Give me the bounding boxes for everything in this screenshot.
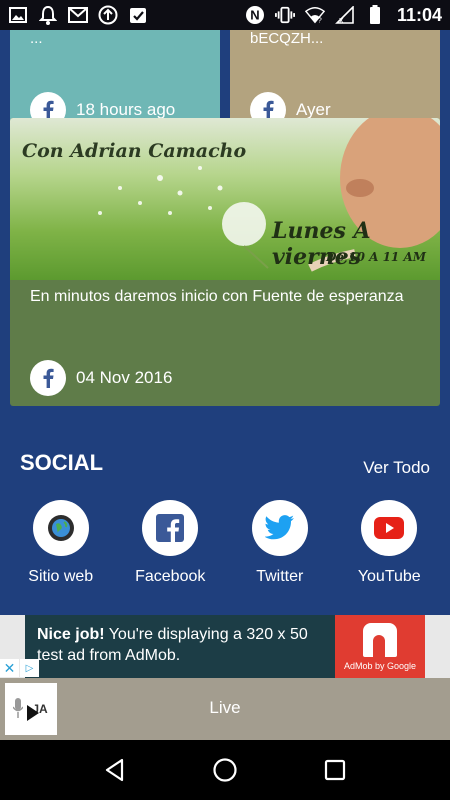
admob-logo-text: AdMob by Google bbox=[343, 660, 417, 671]
card-title: ... bbox=[30, 30, 43, 47]
bell-icon bbox=[38, 5, 58, 25]
ad-close-icon[interactable]: ✕ bbox=[0, 659, 19, 677]
recents-icon[interactable] bbox=[315, 750, 355, 790]
admob-logo-icon bbox=[363, 622, 397, 657]
card-title: En minutos daremos inicio con Fuente de … bbox=[30, 288, 404, 305]
nfc-icon: N bbox=[245, 5, 265, 25]
svg-text:N: N bbox=[250, 8, 259, 23]
social-links: Sitio web Facebook Twitter YouTube bbox=[0, 500, 450, 586]
card-date: 18 hours ago bbox=[76, 100, 176, 119]
twitter-icon bbox=[251, 500, 308, 556]
status-bar: N ? x 11:04 bbox=[0, 0, 450, 30]
svg-text:x: x bbox=[339, 15, 344, 24]
social-link-youtube[interactable]: YouTube bbox=[339, 500, 439, 586]
clipboard-check-icon bbox=[128, 5, 148, 25]
facebook-icon bbox=[30, 360, 66, 396]
image-caption-hours: De 10 A 11 AM bbox=[326, 250, 427, 264]
live-player-bar[interactable]: JA Live bbox=[0, 678, 450, 740]
ad-content[interactable]: Nice job! You're displaying a 320 x 50 t… bbox=[25, 615, 425, 678]
svg-text:?: ? bbox=[318, 15, 322, 24]
image-caption-host: Con Adrian Camacho bbox=[22, 140, 247, 162]
youtube-icon bbox=[361, 500, 418, 556]
card-title: bECQZH... bbox=[250, 30, 324, 47]
signal-icon: x bbox=[335, 5, 355, 25]
social-label: Twitter bbox=[256, 568, 304, 585]
social-link-twitter[interactable]: Twitter bbox=[230, 500, 330, 586]
home-icon[interactable] bbox=[205, 750, 245, 790]
featured-news-card[interactable]: Con Adrian Camacho Lunes A viernes De 10… bbox=[10, 118, 440, 406]
back-icon[interactable] bbox=[95, 750, 135, 790]
gmail-icon bbox=[68, 5, 88, 25]
social-section-title: SOCIAL bbox=[20, 450, 104, 475]
card-date: Ayer bbox=[296, 100, 331, 119]
ad-choices-icon[interactable]: ▷ bbox=[20, 659, 39, 677]
facebook-icon bbox=[142, 500, 199, 556]
wifi-icon: ? bbox=[304, 5, 325, 25]
upload-icon bbox=[98, 5, 118, 25]
view-all-link[interactable]: Ver Todo bbox=[363, 458, 430, 478]
social-label: Facebook bbox=[135, 568, 206, 585]
card-date: 04 Nov 2016 bbox=[76, 368, 173, 387]
status-clock: 11:04 bbox=[396, 4, 442, 25]
social-label: YouTube bbox=[357, 568, 421, 585]
social-link-website[interactable]: Sitio web bbox=[11, 500, 111, 586]
card-footer: 04 Nov 2016 bbox=[30, 360, 172, 396]
feed-content[interactable]: ... 18 hours ago bECQZH... Ayer Con Adri… bbox=[0, 30, 450, 615]
social-label: Sitio web bbox=[28, 568, 94, 585]
ad-banner[interactable]: Nice job! You're displaying a 320 x 50 t… bbox=[0, 615, 450, 678]
globe-icon bbox=[32, 500, 89, 556]
social-link-facebook[interactable]: Facebook bbox=[120, 500, 220, 586]
battery-icon bbox=[365, 5, 385, 25]
admob-logo: AdMob by Google bbox=[335, 615, 425, 678]
navigation-bar bbox=[0, 740, 450, 800]
vibrate-icon bbox=[274, 5, 295, 25]
ad-headline: Nice job! bbox=[37, 626, 105, 643]
gallery-icon bbox=[8, 5, 28, 25]
player-title: Live bbox=[209, 698, 241, 717]
ad-text: Nice job! You're displaying a 320 x 50 t… bbox=[25, 615, 335, 678]
card-image: Con Adrian Camacho Lunes A viernes De 10… bbox=[10, 118, 440, 280]
